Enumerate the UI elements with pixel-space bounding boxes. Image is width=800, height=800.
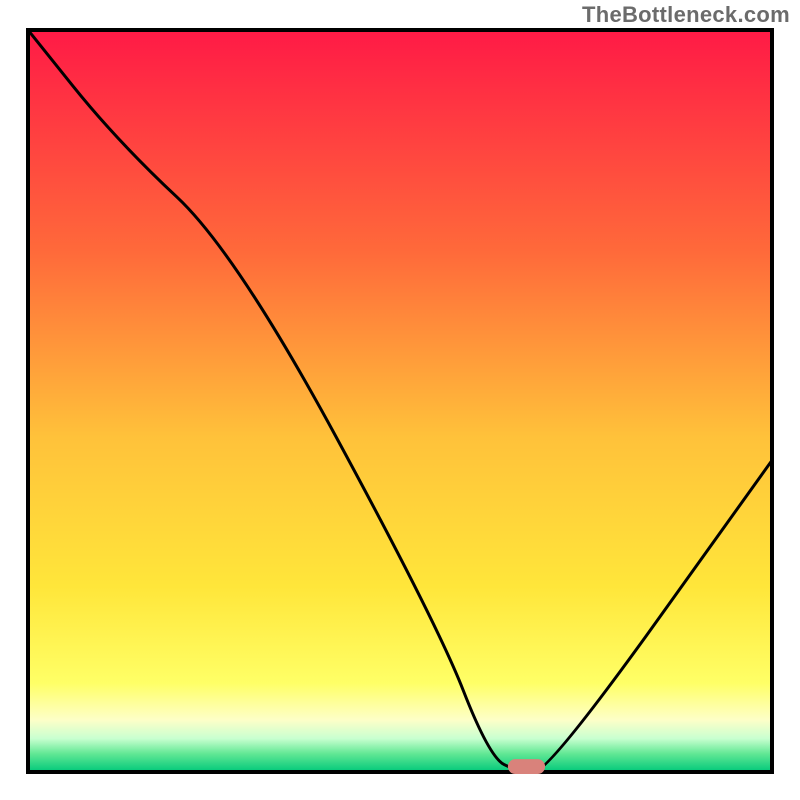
chart-frame: TheBottleneck.com: [0, 0, 800, 800]
chart-canvas: [0, 0, 800, 800]
gradient-background: [28, 30, 772, 772]
optimal-marker: [508, 759, 545, 774]
